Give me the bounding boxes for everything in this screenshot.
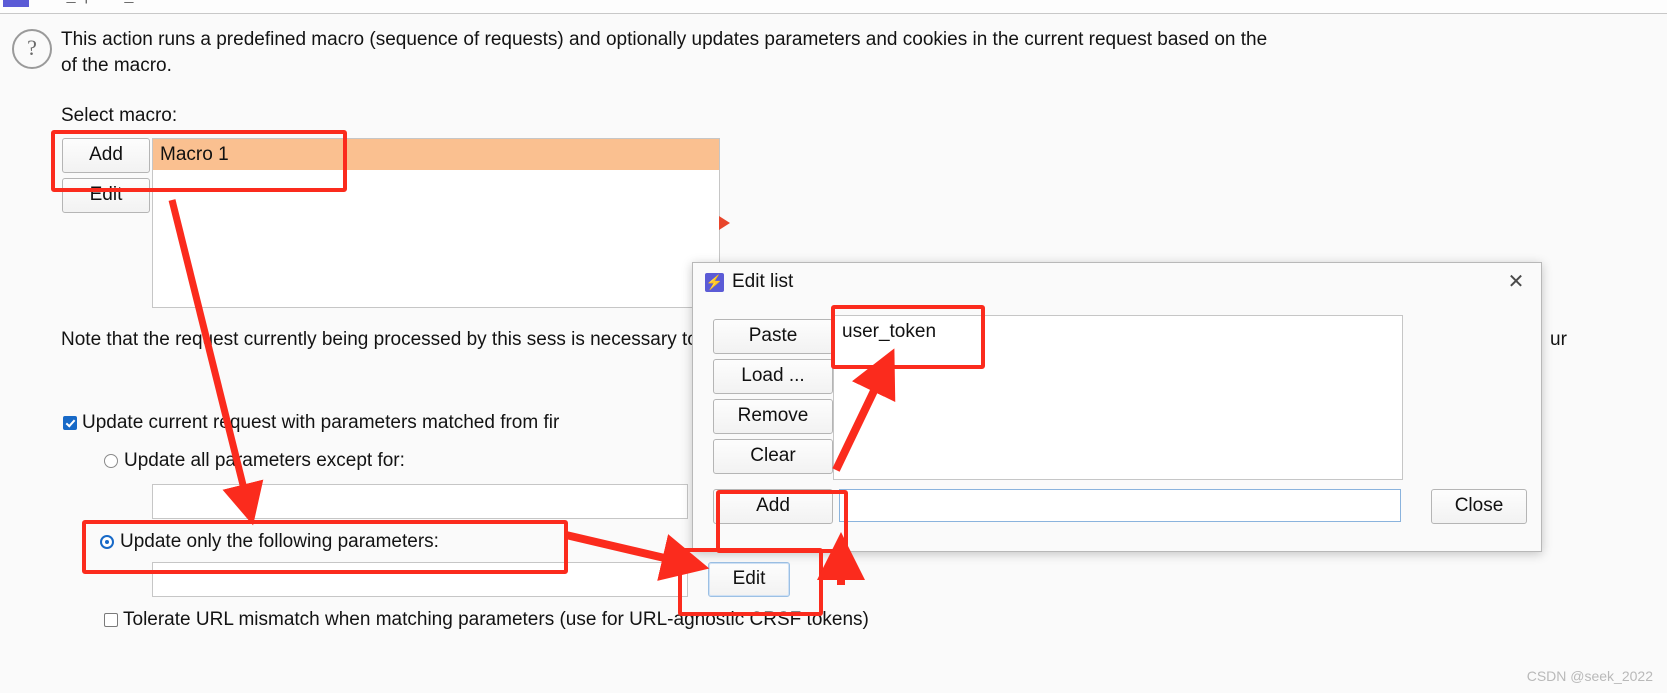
right-arrow-marker-icon: [719, 216, 730, 230]
except-parameters-input[interactable]: [152, 484, 688, 519]
paste-button[interactable]: Paste: [713, 319, 833, 354]
tolerate-url-mismatch-checkbox-row[interactable]: Tolerate URL mismatch when matching para…: [104, 609, 869, 631]
radio-icon[interactable]: [100, 535, 114, 549]
watermark: CSDN @seek_2022: [1526, 668, 1653, 684]
close-icon[interactable]: ✕: [1503, 270, 1529, 296]
load-button[interactable]: Load ...: [713, 359, 833, 394]
update-current-request-label: Update current request with parameters m…: [82, 412, 560, 433]
add-item-button[interactable]: Add: [713, 489, 833, 524]
checkbox-icon[interactable]: [63, 416, 77, 430]
new-item-input[interactable]: [839, 489, 1401, 522]
update-only-following-radio-row[interactable]: Update only the following parameters:: [100, 531, 439, 553]
update-current-request-checkbox-row[interactable]: Update current request with parameters m…: [63, 412, 559, 434]
window-title: ......_update_....: [40, 0, 151, 5]
edit-list-dialog: ⚡ Edit list ✕ Paste Load ... Remove Clea…: [692, 262, 1542, 552]
select-macro-label: Select macro:: [61, 105, 178, 126]
question-mark-icon: ?: [12, 29, 52, 69]
clear-button[interactable]: Clear: [713, 439, 833, 474]
action-description: This action runs a predefined macro (seq…: [61, 29, 1268, 76]
dialog-titlebar: ⚡ Edit list ✕: [693, 263, 1541, 303]
only-parameters-input[interactable]: [152, 562, 688, 597]
close-button[interactable]: Close: [1431, 489, 1527, 524]
lightning-bolt-icon: ⚡: [705, 273, 724, 292]
checkbox-icon[interactable]: [104, 613, 118, 627]
note-tail-fragment: ur: [1550, 329, 1567, 350]
remove-button[interactable]: Remove: [713, 399, 833, 434]
text-caret: [846, 495, 847, 517]
update-all-except-radio-row[interactable]: Update all parameters except for:: [104, 450, 405, 472]
tolerate-url-mismatch-label: Tolerate URL mismatch when matching para…: [123, 609, 869, 630]
macro-list-item[interactable]: Macro 1: [153, 139, 719, 170]
window-title-strip: ......_update_....: [0, 0, 1667, 13]
app-root: ......_update_.... ? This action runs a …: [0, 0, 1667, 693]
update-only-following-label: Update only the following parameters:: [120, 531, 439, 552]
header-divider: [0, 13, 1667, 14]
dialog-title: Edit list: [732, 271, 794, 292]
macro-list[interactable]: Macro 1: [152, 138, 720, 308]
add-macro-button[interactable]: Add: [62, 138, 150, 173]
edit-parameters-button[interactable]: Edit: [708, 562, 790, 597]
list-item[interactable]: user_token: [842, 321, 936, 343]
window-icon: [3, 0, 29, 7]
edit-list-listbox[interactable]: user_token: [833, 315, 1403, 480]
radio-icon[interactable]: [104, 454, 118, 468]
update-all-except-label: Update all parameters except for:: [124, 450, 405, 471]
edit-macro-button[interactable]: Edit: [62, 178, 150, 213]
